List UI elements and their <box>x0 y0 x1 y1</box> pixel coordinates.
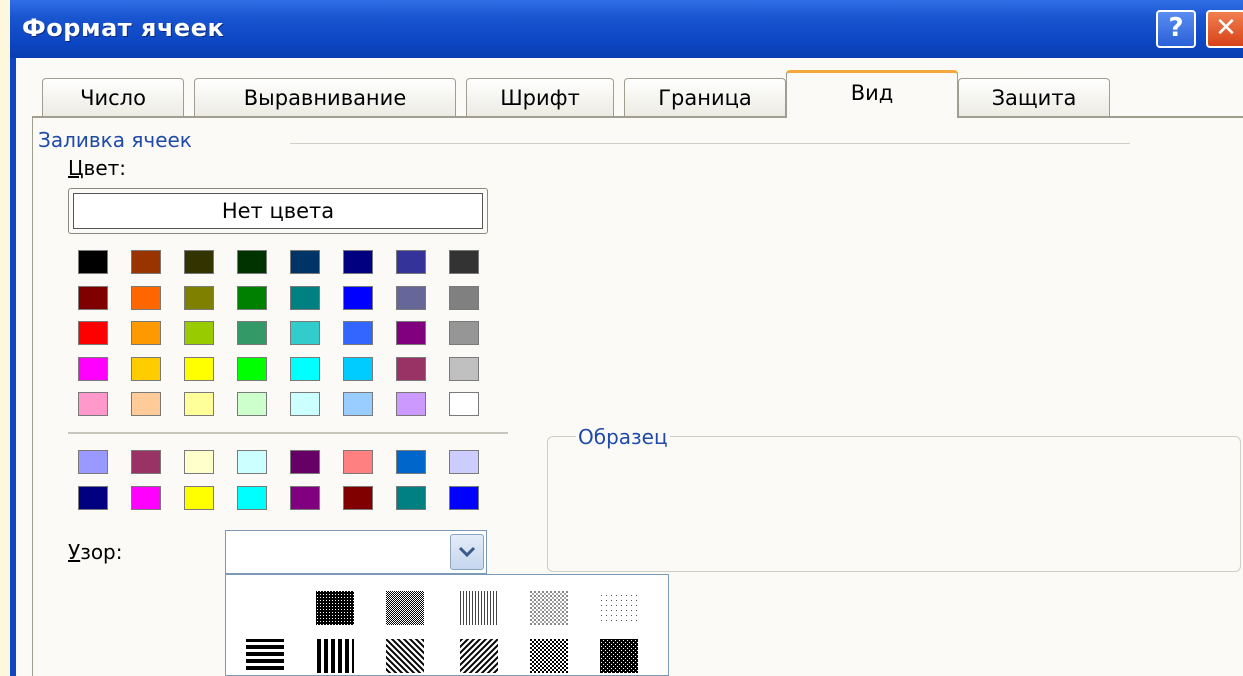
sample-preview <box>547 436 1241 572</box>
color-swatch[interactable] <box>290 285 320 310</box>
color-swatch[interactable] <box>396 250 426 274</box>
color-swatch[interactable] <box>449 285 479 310</box>
color-swatch[interactable] <box>237 450 267 474</box>
color-swatch[interactable] <box>396 285 426 310</box>
color-swatch[interactable] <box>343 250 373 274</box>
chevron-down-icon <box>458 546 476 558</box>
pattern-option-diagonal-stripe[interactable] <box>460 639 498 673</box>
sample-label: Образец <box>576 425 670 449</box>
pattern-option-medium-gray[interactable] <box>386 591 424 625</box>
color-swatch[interactable] <box>396 450 426 474</box>
color-swatch[interactable] <box>290 321 320 345</box>
color-swatch[interactable] <box>184 250 214 274</box>
color-swatch[interactable] <box>131 450 161 474</box>
fill-group-line <box>290 143 1130 144</box>
pattern-label: Узор: <box>68 540 123 564</box>
fill-group-label: Заливка ячеек <box>38 128 192 152</box>
pattern-option-light-gray[interactable] <box>460 591 498 625</box>
tab-border[interactable]: Граница <box>624 78 786 116</box>
tab-fill[interactable]: Вид <box>786 70 958 118</box>
color-swatch[interactable] <box>131 250 161 274</box>
color-swatch[interactable] <box>237 392 267 416</box>
color-swatch[interactable] <box>131 285 161 310</box>
close-button[interactable]: ✕ <box>1206 10 1243 48</box>
color-swatch[interactable] <box>78 356 108 381</box>
color-swatch[interactable] <box>131 321 161 345</box>
color-swatch[interactable] <box>290 356 320 381</box>
pattern-option-diagonal-crosshatch[interactable] <box>530 639 568 673</box>
color-swatch[interactable] <box>78 285 108 310</box>
title-bar[interactable]: Формат ячеек ? ✕ <box>10 0 1243 58</box>
color-swatch[interactable] <box>237 285 267 310</box>
color-swatch[interactable] <box>184 485 214 510</box>
color-swatch[interactable] <box>237 321 267 345</box>
color-swatch[interactable] <box>343 450 373 474</box>
color-swatch[interactable] <box>237 250 267 274</box>
color-swatch[interactable] <box>78 321 108 345</box>
pattern-option-thick-crosshatch[interactable] <box>600 639 638 673</box>
color-swatch[interactable] <box>449 321 479 345</box>
color-swatch[interactable] <box>449 485 479 510</box>
pattern-dropdown-button[interactable] <box>450 534 484 570</box>
color-swatch[interactable] <box>78 450 108 474</box>
color-swatch[interactable] <box>78 392 108 416</box>
tab-font[interactable]: Шрифт <box>466 78 614 116</box>
color-swatch[interactable] <box>396 392 426 416</box>
color-swatch[interactable] <box>343 356 373 381</box>
pattern-option-dark-gray[interactable] <box>316 591 354 625</box>
color-swatch[interactable] <box>237 485 267 510</box>
pattern-swatches <box>246 591 638 673</box>
color-swatch[interactable] <box>78 250 108 274</box>
color-swatch[interactable] <box>131 356 161 381</box>
window-frame <box>10 58 16 676</box>
color-swatch[interactable] <box>449 250 479 274</box>
color-swatch[interactable] <box>396 321 426 345</box>
color-swatch[interactable] <box>396 485 426 510</box>
tab-protection[interactable]: Защита <box>958 78 1110 116</box>
color-swatch[interactable] <box>237 356 267 381</box>
color-swatch[interactable] <box>184 450 214 474</box>
color-swatch[interactable] <box>343 485 373 510</box>
color-swatch[interactable] <box>290 450 320 474</box>
pattern-option-horizontal-stripe[interactable] <box>246 639 284 673</box>
dialog-title: Формат ячеек <box>22 14 225 42</box>
color-swatch[interactable] <box>449 356 479 381</box>
color-swatch[interactable] <box>449 392 479 416</box>
color-swatch[interactable] <box>343 392 373 416</box>
no-color-frame: Нет цвета <box>68 188 488 234</box>
color-swatch[interactable] <box>184 392 214 416</box>
color-swatch[interactable] <box>396 356 426 381</box>
color-swatch[interactable] <box>290 250 320 274</box>
color-swatch[interactable] <box>78 485 108 510</box>
color-swatch[interactable] <box>343 285 373 310</box>
pattern-option-vertical-stripe[interactable] <box>316 639 354 673</box>
format-cells-dialog: Формат ячеек ? ✕ Число Выравнивание Шриф… <box>10 0 1243 676</box>
color-swatch[interactable] <box>343 321 373 345</box>
pattern-option-gray-6[interactable] <box>600 591 638 625</box>
pattern-option-gray-12[interactable] <box>530 591 568 625</box>
color-swatch[interactable] <box>131 485 161 510</box>
color-label: Цвет: <box>68 156 127 180</box>
color-swatch[interactable] <box>184 285 214 310</box>
palette-divider <box>68 432 508 434</box>
color-swatch[interactable] <box>184 356 214 381</box>
help-button[interactable]: ? <box>1156 10 1196 48</box>
tab-number[interactable]: Число <box>42 78 184 116</box>
pattern-dropdown-list <box>225 574 669 676</box>
color-swatch[interactable] <box>131 392 161 416</box>
color-swatch[interactable] <box>184 321 214 345</box>
color-swatch[interactable] <box>449 450 479 474</box>
pattern-option-reverse-diagonal[interactable] <box>386 639 424 673</box>
color-swatch[interactable] <box>290 392 320 416</box>
tab-alignment[interactable]: Выравнивание <box>194 78 456 116</box>
pattern-select[interactable] <box>225 530 487 574</box>
no-color-button[interactable]: Нет цвета <box>73 193 483 229</box>
color-swatch[interactable] <box>290 485 320 510</box>
pattern-option-solid[interactable] <box>246 591 284 625</box>
